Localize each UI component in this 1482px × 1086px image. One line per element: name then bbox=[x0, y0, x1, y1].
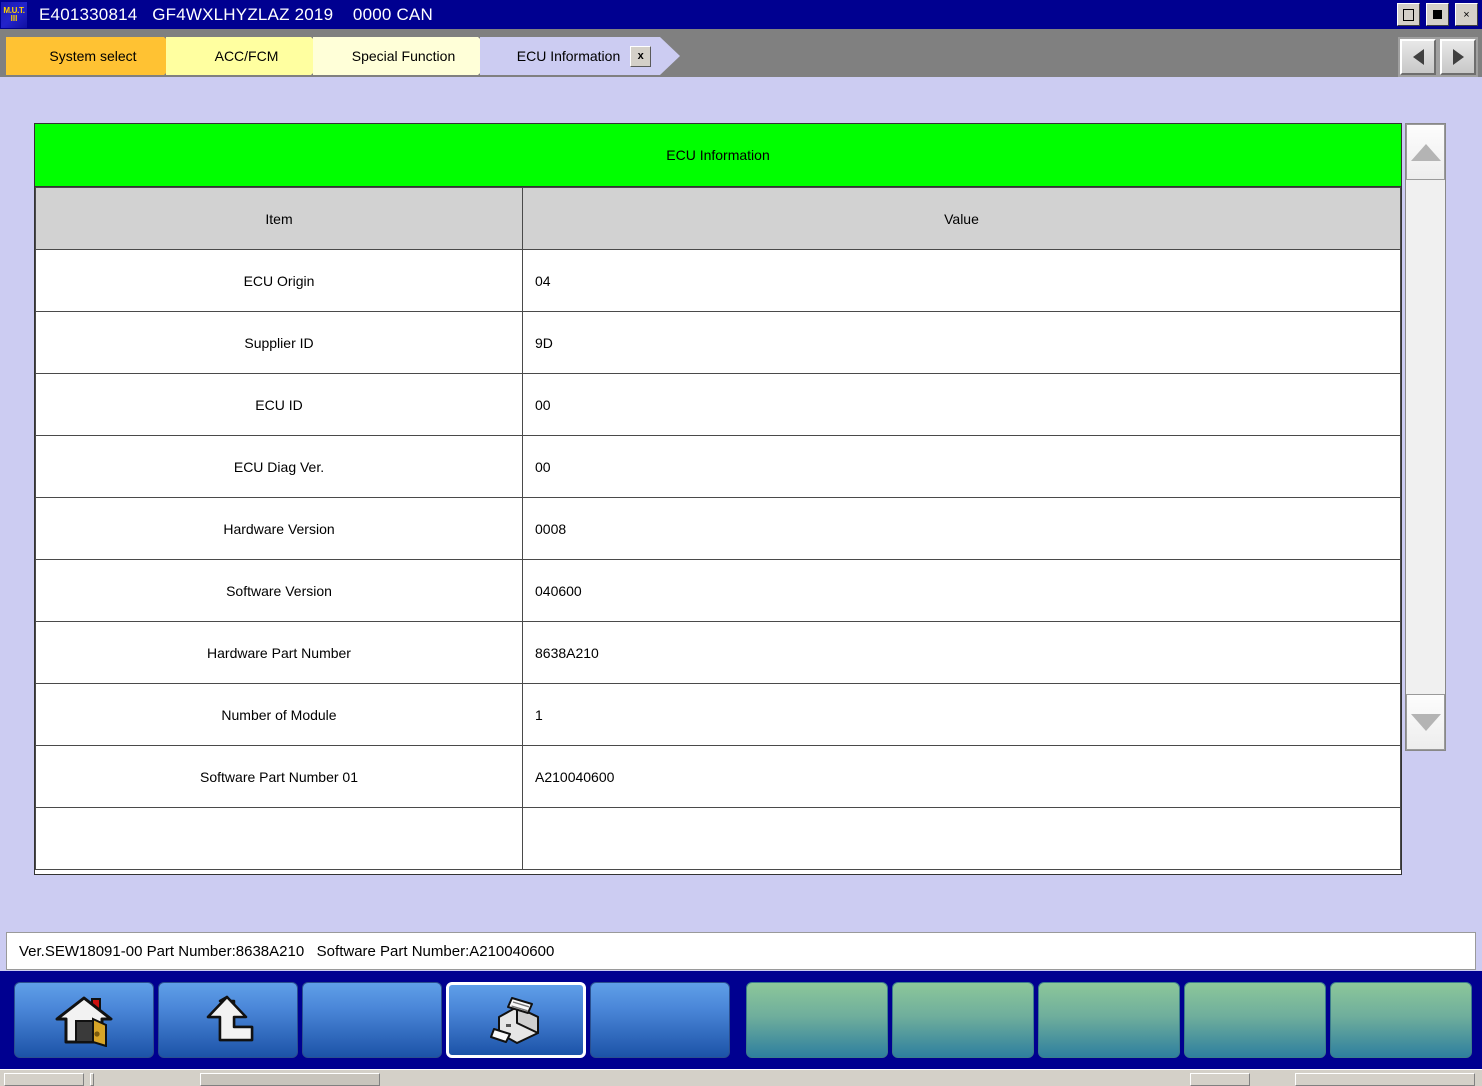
cell-item: Software Part Number 01 bbox=[35, 745, 523, 808]
triangle-left-icon bbox=[1412, 49, 1424, 65]
breadcrumb-label: System select bbox=[49, 48, 137, 64]
table-row[interactable]: ECU Origin 04 bbox=[35, 249, 1401, 312]
panel-title: ECU Information bbox=[35, 124, 1401, 187]
toolbar-green-button-4[interactable] bbox=[1184, 982, 1326, 1058]
maximize-icon bbox=[1433, 10, 1442, 19]
cell-value: 9D bbox=[522, 311, 1401, 374]
mut-iii-app-icon: M.U.T. III bbox=[1, 1, 27, 28]
cell-item: ECU ID bbox=[35, 373, 523, 436]
minimize-button[interactable] bbox=[1397, 3, 1420, 26]
toolbar-green-button-1[interactable] bbox=[746, 982, 888, 1058]
taskbar-separator bbox=[90, 1073, 94, 1086]
scroll-up-button[interactable] bbox=[1406, 124, 1445, 180]
os-taskbar bbox=[0, 1069, 1482, 1086]
breadcrumb-label: ACC/FCM bbox=[214, 48, 279, 64]
toolbar-left-group bbox=[14, 982, 730, 1058]
toolbar-button-3[interactable] bbox=[302, 982, 442, 1058]
tab-nav-buttons bbox=[1398, 37, 1478, 77]
toolbar-green-button-2[interactable] bbox=[892, 982, 1034, 1058]
window-controls: × bbox=[1397, 3, 1478, 26]
table-header-row: Item Value bbox=[35, 187, 1401, 250]
print-button[interactable] bbox=[446, 982, 586, 1058]
cell-item: ECU Diag Ver. bbox=[35, 435, 523, 498]
cell-item bbox=[35, 807, 523, 870]
scroll-down-button[interactable] bbox=[1406, 694, 1445, 750]
cell-value: 040600 bbox=[522, 559, 1401, 622]
home-icon bbox=[55, 996, 113, 1047]
printer-icon bbox=[490, 997, 539, 1044]
taskbar-start-button[interactable] bbox=[4, 1073, 84, 1086]
toolbar-green-button-5[interactable] bbox=[1330, 982, 1472, 1058]
close-button[interactable]: × bbox=[1455, 3, 1478, 26]
cell-value bbox=[522, 807, 1401, 870]
app-icon-line2: III bbox=[10, 13, 18, 23]
breadcrumb: System select ACC/FCM Special Function E… bbox=[6, 37, 662, 77]
ecu-information-table: Item Value ECU Origin 04 Supplier ID 9D … bbox=[35, 187, 1401, 870]
tab-close-icon[interactable]: x bbox=[630, 46, 651, 67]
table-row[interactable]: Number of Module 1 bbox=[35, 683, 1401, 746]
application-window: M.U.T. III E401330814 GF4WXLHYZLAZ 2019 … bbox=[0, 0, 1482, 1086]
table-row[interactable]: ECU Diag Ver. 00 bbox=[35, 435, 1401, 498]
breadcrumb-label: Special Function bbox=[351, 48, 456, 64]
taskbar-window-button[interactable] bbox=[200, 1073, 380, 1086]
cell-item: ECU Origin bbox=[35, 249, 523, 312]
cell-value: 0008 bbox=[522, 497, 1401, 560]
window-title: E401330814 GF4WXLHYZLAZ 2019 0000 CAN bbox=[39, 4, 433, 24]
table-row[interactable] bbox=[35, 807, 1401, 870]
ecu-information-panel: ECU Information Item Value ECU Origin 04… bbox=[34, 123, 1402, 875]
table-row[interactable]: Supplier ID 9D bbox=[35, 311, 1401, 374]
breadcrumb-item-acc-fcm[interactable]: ACC/FCM bbox=[166, 37, 331, 75]
content-area: ECU Information Item Value ECU Origin 04… bbox=[0, 77, 1482, 925]
maximize-button[interactable] bbox=[1426, 3, 1449, 26]
vertical-scrollbar[interactable] bbox=[1405, 123, 1446, 751]
cell-item: Number of Module bbox=[35, 683, 523, 746]
table-row[interactable]: Software Version 040600 bbox=[35, 559, 1401, 622]
home-button[interactable] bbox=[14, 982, 154, 1058]
scroll-up-arrow-icon bbox=[1410, 143, 1441, 161]
cell-item: Hardware Version bbox=[35, 497, 523, 560]
cell-value: 00 bbox=[522, 435, 1401, 498]
cell-item: Software Version bbox=[35, 559, 523, 622]
toolbar-button-5[interactable] bbox=[590, 982, 730, 1058]
scroll-down-arrow-icon bbox=[1410, 713, 1441, 731]
cell-item: Supplier ID bbox=[35, 311, 523, 374]
cell-value: A210040600 bbox=[522, 745, 1401, 808]
up-button[interactable] bbox=[158, 982, 298, 1058]
breadcrumb-item-special-function[interactable]: Special Function bbox=[313, 37, 498, 75]
status-bar: Ver.SEW18091-00 Part Number:8638A210 Sof… bbox=[6, 932, 1476, 970]
taskbar-tray[interactable] bbox=[1190, 1073, 1250, 1086]
table-row[interactable]: Software Part Number 01 A210040600 bbox=[35, 745, 1401, 808]
title-bar: M.U.T. III E401330814 GF4WXLHYZLAZ 2019 … bbox=[0, 0, 1482, 29]
table-row[interactable]: Hardware Version 0008 bbox=[35, 497, 1401, 560]
column-header-item: Item bbox=[35, 187, 523, 250]
breadcrumb-item-ecu-information[interactable]: ECU Information x bbox=[480, 37, 680, 75]
cell-value: 1 bbox=[522, 683, 1401, 746]
bottom-toolbar bbox=[0, 971, 1482, 1069]
minimize-icon bbox=[1403, 8, 1414, 21]
toolbar-right-group bbox=[746, 982, 1472, 1058]
cell-value: 00 bbox=[522, 373, 1401, 436]
cell-item: Hardware Part Number bbox=[35, 621, 523, 684]
breadcrumb-item-system-select[interactable]: System select bbox=[6, 37, 184, 75]
column-header-value: Value bbox=[522, 187, 1401, 250]
toolbar-green-button-3[interactable] bbox=[1038, 982, 1180, 1058]
table-row[interactable]: Hardware Part Number 8638A210 bbox=[35, 621, 1401, 684]
nav-next-button[interactable] bbox=[1440, 39, 1476, 75]
triangle-right-icon bbox=[1452, 49, 1464, 65]
tab-strip: System select ACC/FCM Special Function E… bbox=[0, 29, 1482, 77]
nav-prev-button[interactable] bbox=[1400, 39, 1436, 75]
cell-value: 04 bbox=[522, 249, 1401, 312]
taskbar-clock bbox=[1295, 1073, 1475, 1086]
breadcrumb-label: ECU Information bbox=[516, 48, 621, 64]
table-row[interactable]: ECU ID 00 bbox=[35, 373, 1401, 436]
up-arrow-icon bbox=[206, 995, 254, 1042]
cell-value: 8638A210 bbox=[522, 621, 1401, 684]
